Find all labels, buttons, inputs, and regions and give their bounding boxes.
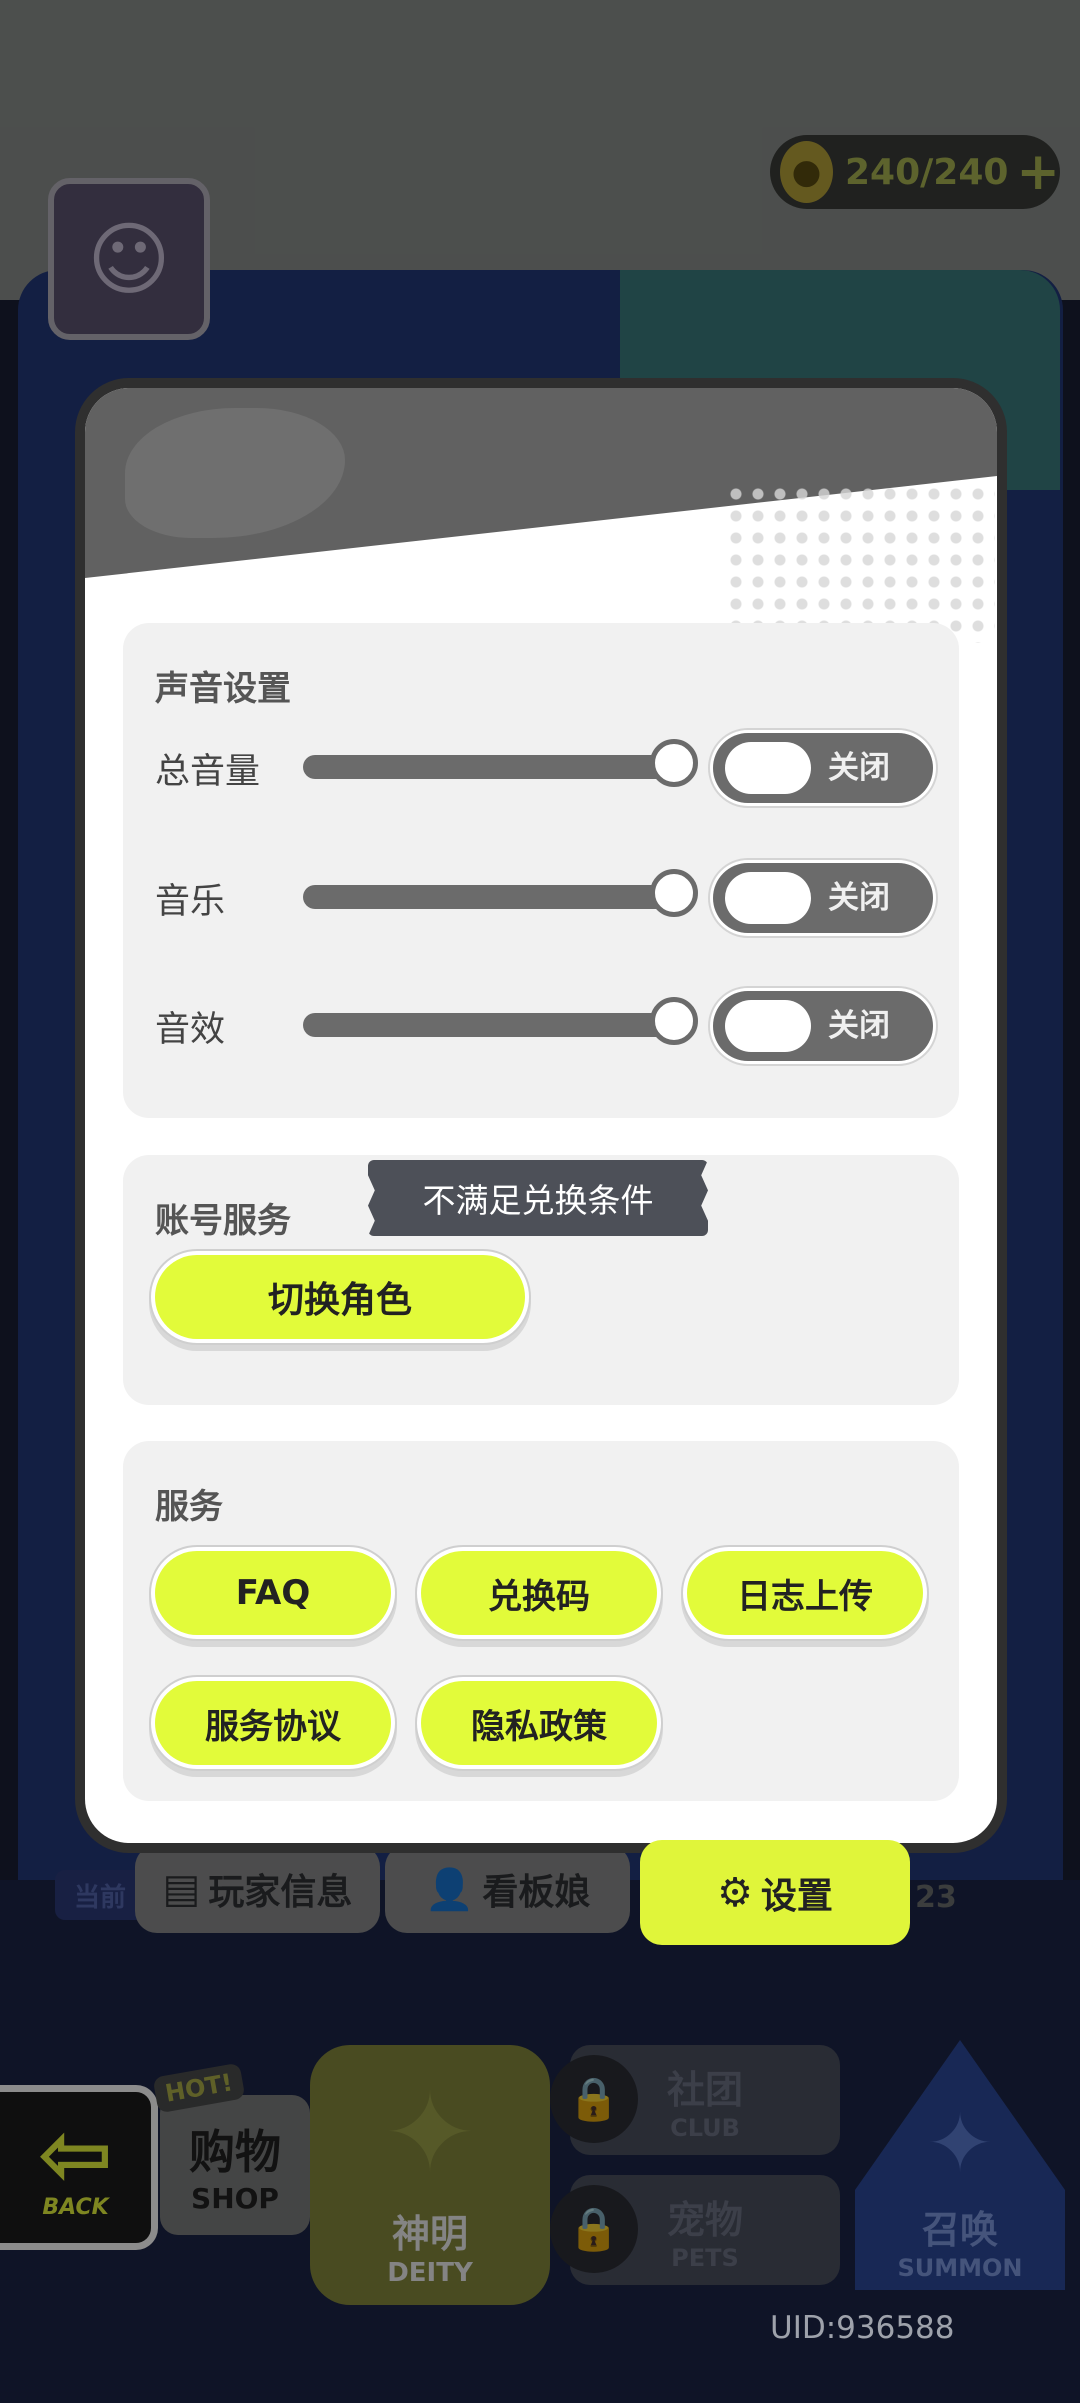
toggle-label: 关闭 — [828, 880, 890, 916]
tab-settings[interactable]: ⚙ 设置 — [640, 1840, 910, 1945]
master-volume-slider[interactable] — [303, 739, 698, 787]
sound-effects-label: 音效 — [155, 1010, 226, 1050]
services-section: 服务 FAQ 兑换码 日志上传 服务协议 隐私政策 — [123, 1441, 959, 1801]
master-volume-label: 总音量 — [155, 752, 261, 792]
log-upload-button[interactable]: 日志上传 — [687, 1551, 923, 1635]
gear-icon: ⚙ — [717, 1869, 753, 1916]
slider-handle[interactable] — [650, 739, 698, 787]
sound-effects-toggle[interactable]: 关闭 — [713, 991, 933, 1061]
redeem-code-button[interactable]: 兑换码 — [421, 1551, 657, 1635]
redeem-tooltip: 不满足兑换条件 — [368, 1160, 708, 1236]
music-volume-slider[interactable] — [303, 869, 698, 917]
settings-dialog: 声音设置 总音量 关闭 音乐 关闭 音效 关闭 账号服务 切换角色 不满足兑换条… — [85, 388, 997, 1843]
toggle-thumb — [725, 1000, 811, 1052]
tab-settings-label: 设置 — [760, 1875, 833, 1917]
music-toggle[interactable]: 关闭 — [713, 863, 933, 933]
slider-handle[interactable] — [650, 869, 698, 917]
paint-splash-decoration — [125, 408, 345, 538]
switch-role-button[interactable]: 切换角色 — [155, 1255, 525, 1339]
sound-settings-section: 声音设置 总音量 关闭 音乐 关闭 音效 关闭 — [123, 623, 959, 1118]
toggle-thumb — [725, 872, 811, 924]
music-label: 音乐 — [155, 882, 226, 922]
sound-effects-slider[interactable] — [303, 997, 698, 1045]
section-title: 声音设置 — [155, 669, 291, 709]
section-title: 服务 — [155, 1487, 223, 1527]
uid-text: UID:936588 — [770, 2310, 955, 2346]
section-title: 账号服务 — [155, 1201, 291, 1241]
slider-handle[interactable] — [650, 997, 698, 1045]
toggle-label: 关闭 — [828, 1008, 890, 1044]
toggle-label: 关闭 — [828, 750, 890, 786]
privacy-policy-button[interactable]: 隐私政策 — [421, 1681, 657, 1765]
master-volume-toggle[interactable]: 关闭 — [713, 733, 933, 803]
faq-button[interactable]: FAQ — [155, 1551, 391, 1635]
dots-decoration — [725, 483, 995, 643]
terms-of-service-button[interactable]: 服务协议 — [155, 1681, 391, 1765]
toggle-thumb — [725, 742, 811, 794]
